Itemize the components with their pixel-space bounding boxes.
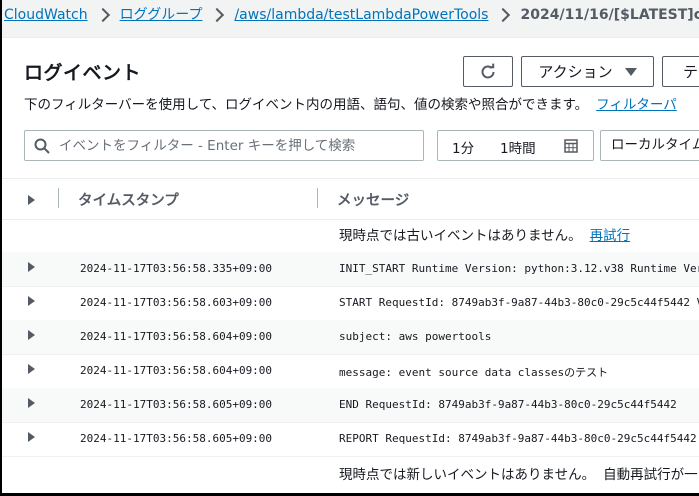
row-timestamp: 2024-11-17T03:56:58.605+09:00 — [80, 398, 273, 411]
filter-description: 下のフィルターバーを使用して、ログイベント内の用語、語句、値の検索や照合ができま… — [24, 93, 677, 113]
breadcrumb: CloudWatch ロググループ/aws/lambda/testLambdaPo… — [4, 2, 699, 28]
expand-row-icon[interactable] — [28, 296, 35, 306]
expand-row-icon[interactable] — [28, 432, 35, 442]
calendar-icon[interactable] — [564, 139, 578, 153]
chevron-right-icon — [95, 7, 110, 22]
actions-dropdown-button[interactable]: アクション — [521, 56, 654, 87]
breadcrumb-current-stream: 2024/11/16/[$LATEST]ce1dc0 — [520, 7, 699, 23]
expand-row-icon[interactable] — [28, 398, 35, 408]
actions-label: アクション — [538, 63, 613, 81]
table-header: タイムスタンプ メッセージ — [2, 178, 699, 220]
toolbar-button-cut-label: テ — [683, 63, 699, 81]
event-filter-search — [24, 130, 424, 161]
timezone-select[interactable]: ローカルタイム — [600, 130, 699, 161]
range-option-1min[interactable]: 1分 — [452, 137, 474, 157]
page-title: ログイベント — [24, 62, 142, 84]
expand-row-icon[interactable] — [28, 262, 35, 272]
table-row[interactable]: 2024-11-17T03:56:58.605+09:00 REPORT Req… — [2, 422, 699, 457]
chevron-right-icon — [496, 7, 511, 22]
toolbar-button-cut[interactable]: テ — [662, 56, 699, 87]
column-header-timestamp[interactable]: タイムスタンプ — [78, 189, 179, 210]
chevron-right-icon — [210, 7, 225, 22]
auto-retry-text: 自動再試行が一 — [603, 467, 698, 483]
expand-row-icon[interactable] — [28, 330, 35, 340]
breadcrumb-log-groups[interactable]: ロググループ — [120, 7, 203, 23]
expand-row-icon[interactable] — [28, 364, 35, 374]
row-timestamp: 2024-11-17T03:56:58.603+09:00 — [80, 296, 273, 309]
older-events-notice: 現時点では古いイベントはありません。 再試行 — [339, 224, 630, 244]
time-range-selector: 1分 1時間 — [437, 130, 594, 161]
row-message: START RequestId: 8749ab3f-9a87-44b3-80c0… — [339, 296, 699, 309]
newer-events-notice: 現時点では新しいイベントはありません。 自動再試行が一 — [339, 463, 698, 483]
column-divider — [317, 188, 318, 208]
breadcrumb-cloudwatch[interactable]: CloudWatch — [4, 7, 88, 23]
row-message: subject: aws powertools — [339, 330, 492, 343]
event-filter-input[interactable] — [57, 136, 401, 155]
search-icon — [34, 138, 50, 154]
column-header-message[interactable]: メッセージ — [337, 189, 409, 210]
row-message: message: event source data classesのテスト — [339, 366, 609, 379]
refresh-icon — [481, 63, 495, 78]
table-row[interactable]: 2024-11-17T03:56:58.604+09:00 message: e… — [2, 354, 699, 389]
filter-pattern-link[interactable]: フィルターパ — [596, 97, 677, 113]
filter-description-text: 下のフィルターバーを使用して、ログイベント内の用語、語句、値の検索や照合ができま… — [24, 97, 589, 113]
table-row[interactable]: 2024-11-17T03:56:58.335+09:00 INIT_START… — [2, 252, 699, 287]
refresh-button[interactable] — [463, 56, 513, 87]
row-message: REPORT RequestId: 8749ab3f-9a87-44b3-80c… — [339, 432, 697, 445]
breadcrumb-log-group[interactable]: /aws/lambda/testLambdaPowerTools — [234, 7, 488, 23]
row-timestamp: 2024-11-17T03:56:58.604+09:00 — [80, 364, 273, 377]
table-row[interactable]: 2024-11-17T03:56:58.604+09:00 subject: a… — [2, 320, 699, 355]
expand-all-icon[interactable] — [28, 195, 35, 205]
column-divider — [58, 188, 59, 208]
table-row[interactable]: 2024-11-17T03:56:58.605+09:00 END Reques… — [2, 388, 699, 423]
newer-events-text: 現時点では新しいイベントはありません。 — [339, 467, 596, 483]
table-row[interactable]: 2024-11-17T03:56:58.603+09:00 START Requ… — [2, 286, 699, 321]
retry-link[interactable]: 再試行 — [590, 228, 631, 244]
row-timestamp: 2024-11-17T03:56:58.605+09:00 — [80, 432, 273, 445]
older-events-text: 現時点では古いイベントはありません。 — [339, 228, 582, 244]
row-message: INIT_START Runtime Version: python:3.12.… — [339, 262, 699, 275]
row-timestamp: 2024-11-17T03:56:58.335+09:00 — [80, 262, 273, 275]
row-timestamp: 2024-11-17T03:56:58.604+09:00 — [80, 330, 273, 343]
newer-events-notice-row: 現時点では新しいイベントはありません。 自動再試行が一 — [2, 456, 699, 493]
range-option-1hour[interactable]: 1時間 — [500, 137, 536, 157]
caret-down-icon — [624, 67, 637, 76]
row-message: END RequestId: 8749ab3f-9a87-44b3-80c0-2… — [339, 398, 677, 411]
older-events-notice-row: 現時点では古いイベントはありません。 再試行 — [2, 219, 699, 253]
